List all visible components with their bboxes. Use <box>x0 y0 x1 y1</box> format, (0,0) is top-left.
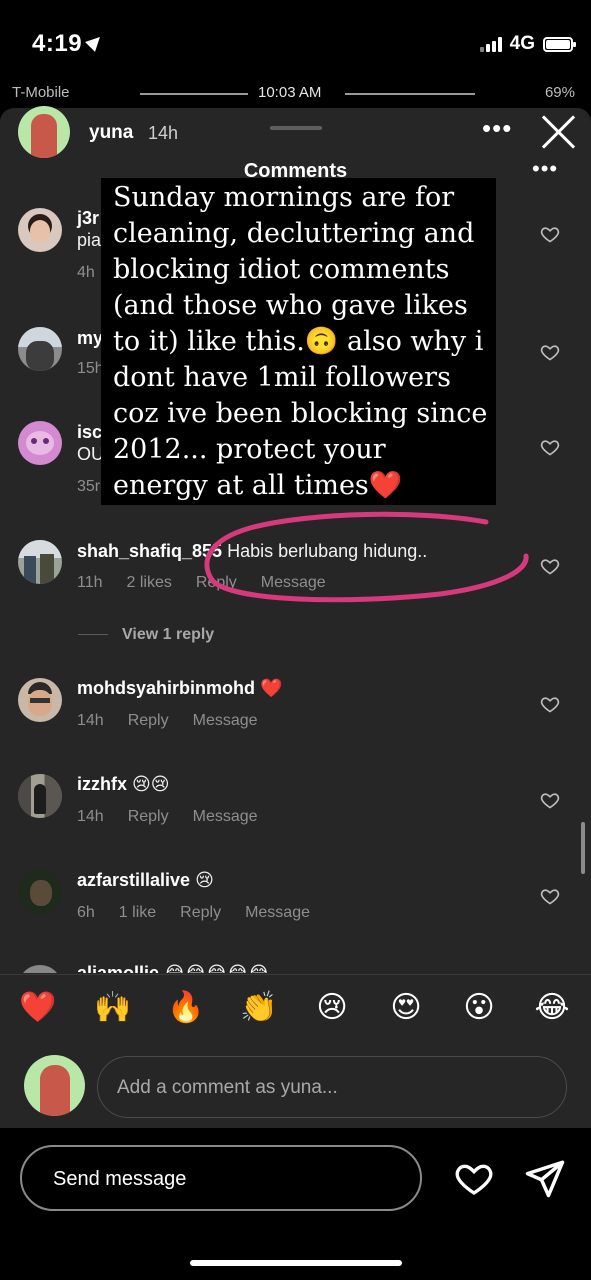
emoji-reaction-bar: ❤️ 🙌 🔥 👏 😢 😍 😮 😂 <box>0 988 591 1038</box>
sheet-grabber[interactable] <box>270 126 322 130</box>
annotation-circle <box>204 511 529 603</box>
reply-button[interactable]: Reply <box>180 904 221 921</box>
comment-time: 11h <box>77 574 103 591</box>
comment-text: 😂😂😂😂😂 <box>164 963 270 973</box>
comment-likes[interactable]: 2 likes <box>127 574 172 591</box>
comment-time: 6h <box>77 904 95 921</box>
my-avatar <box>24 1055 85 1116</box>
ios-status-indicators: 4G <box>479 33 576 55</box>
comment-username[interactable]: aliamollie 😂😂😂😂😂 <box>77 963 269 973</box>
comment-username[interactable]: izzhfx 😢😢 <box>77 774 170 795</box>
story-status-bar: T-Mobile 10:03 AM 69% <box>0 80 591 106</box>
view-replies-divider <box>78 634 108 635</box>
comment-input-placeholder: Add a comment as yuna... <box>117 1077 338 1098</box>
send-icon[interactable] <box>524 1157 566 1199</box>
story-status-battery: 69% <box>544 84 575 101</box>
battery-icon <box>543 36 576 52</box>
sheet-more-icon[interactable]: ••• <box>532 158 558 180</box>
heart-icon[interactable] <box>540 694 560 714</box>
emoji-cry[interactable]: 😢 <box>312 988 352 1028</box>
send-message-input[interactable]: Send message <box>20 1145 422 1211</box>
comment-time: 35r <box>77 478 101 495</box>
clipped-comment: aliamollie 😂😂😂😂😂 <box>0 960 591 973</box>
comment-time: 14h <box>77 808 104 825</box>
signal-icon <box>479 36 502 52</box>
comment-input[interactable]: Add a comment as yuna... <box>97 1056 567 1118</box>
comment-text: 😢😢 <box>132 774 170 794</box>
avatar[interactable] <box>18 678 62 722</box>
comment-time: 14h <box>77 712 104 729</box>
story-carrier: T-Mobile <box>12 84 70 101</box>
comment-username[interactable]: azfarstillalive 😢 <box>77 870 214 891</box>
comment-text: OU <box>77 444 104 464</box>
emoji-laugh[interactable]: 😂 <box>532 988 572 1028</box>
story-age: 14h <box>148 123 179 143</box>
emoji-clap[interactable]: 👏 <box>239 988 279 1028</box>
comment-username[interactable]: j3r <box>77 208 99 229</box>
story-more-icon[interactable]: ••• <box>482 115 512 141</box>
heart-icon[interactable] <box>540 790 560 810</box>
comment-meta: 6h 1 like Reply Message <box>77 904 334 922</box>
message-button[interactable]: Message <box>193 808 258 825</box>
avatar[interactable] <box>18 774 62 818</box>
message-button[interactable]: Message <box>245 904 310 921</box>
comment-username[interactable]: mohdsyahirbinmohd ❤️ <box>77 678 282 699</box>
comment-username[interactable]: my <box>77 328 103 349</box>
message-button[interactable]: Message <box>193 712 258 729</box>
send-message-placeholder: Send message <box>53 1168 187 1190</box>
reply-button[interactable]: Reply <box>128 712 169 729</box>
ios-clock: 4:19 <box>32 30 105 58</box>
heart-icon[interactable] <box>540 437 560 457</box>
avatar[interactable] <box>18 208 62 252</box>
comment-time: 15h <box>77 360 104 377</box>
comment-likes[interactable]: 1 like <box>119 904 156 921</box>
heart-icon[interactable] <box>540 556 560 576</box>
comment-meta: 14h Reply Message <box>77 808 282 826</box>
avatar[interactable] <box>18 421 62 465</box>
comment-username[interactable]: isc <box>77 422 102 443</box>
home-indicator[interactable] <box>190 1260 402 1266</box>
network-type: 4G <box>509 33 535 54</box>
avatar[interactable] <box>18 870 62 914</box>
reply-button[interactable]: Reply <box>128 808 169 825</box>
story-status-time: 10:03 AM <box>258 84 322 101</box>
emoji-raised-hands[interactable]: 🙌 <box>93 988 133 1028</box>
heart-icon[interactable] <box>454 1158 494 1198</box>
avatar[interactable] <box>18 965 62 973</box>
heart-icon[interactable] <box>540 886 560 906</box>
location-arrow-icon <box>85 32 105 52</box>
emoji-heart[interactable]: ❤️ <box>18 988 58 1028</box>
emoji-fire[interactable]: 🔥 <box>166 988 206 1028</box>
scrollbar[interactable] <box>581 822 585 874</box>
emoji-heart-eyes[interactable]: 😍 <box>386 988 426 1028</box>
avatar[interactable] <box>18 327 62 371</box>
view-replies-button[interactable]: View 1 reply <box>122 626 214 644</box>
story-username[interactable]: yuna <box>89 122 133 144</box>
heart-icon[interactable] <box>540 342 560 362</box>
emoji-wow[interactable]: 😮 <box>459 988 499 1028</box>
avatar[interactable] <box>18 540 62 584</box>
close-icon[interactable] <box>540 114 576 150</box>
story-text-overlay: Sunday mornings are for cleaning, declut… <box>101 178 496 505</box>
comment-text: pia <box>77 230 102 250</box>
comment-text: 😢 <box>195 870 214 890</box>
divider <box>0 974 591 975</box>
comment-text: ❤️ <box>260 678 283 698</box>
comment-time: 4h <box>77 264 95 281</box>
story-avatar[interactable] <box>18 106 70 158</box>
heart-icon[interactable] <box>540 224 560 244</box>
comment-meta: 14h Reply Message <box>77 712 282 730</box>
